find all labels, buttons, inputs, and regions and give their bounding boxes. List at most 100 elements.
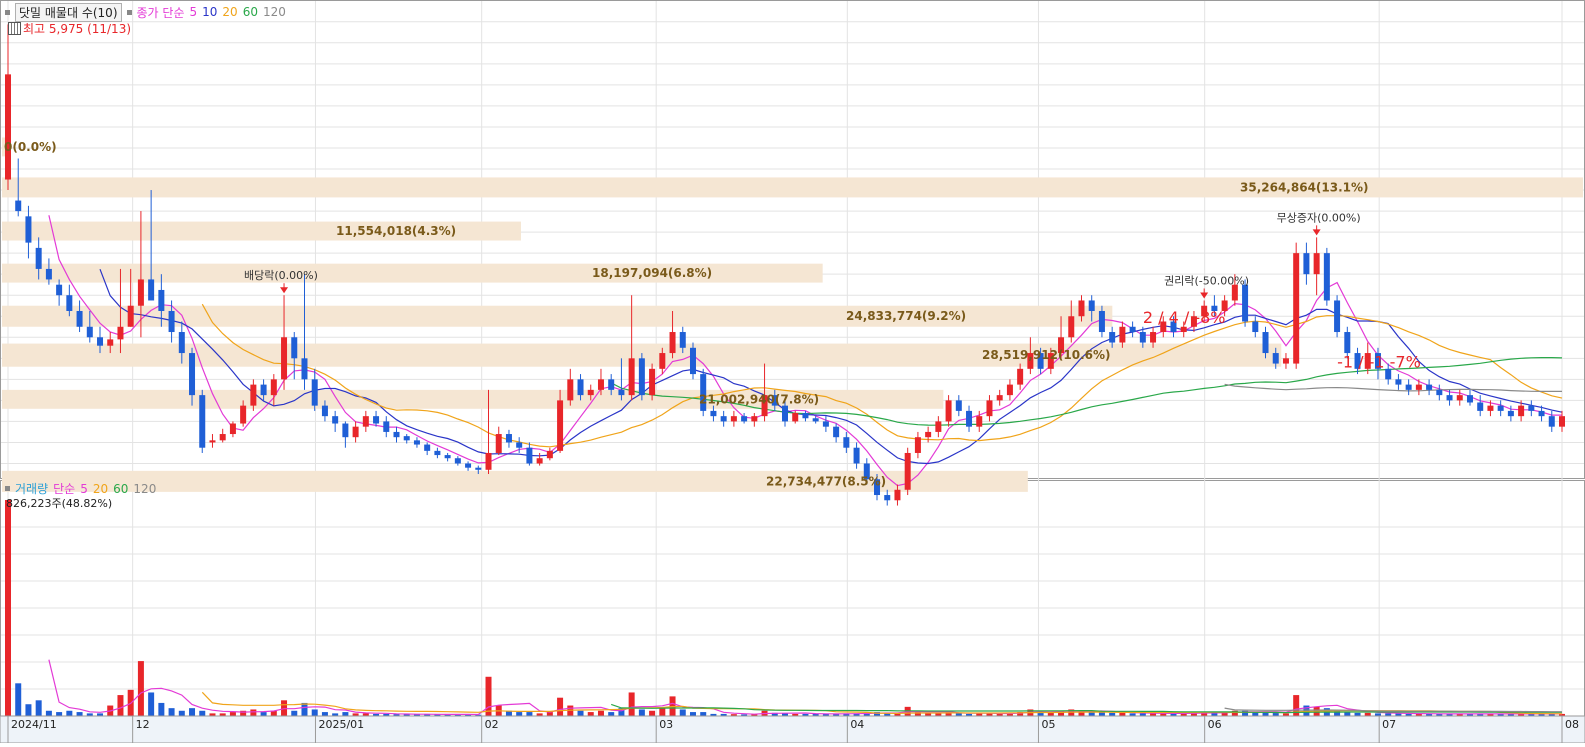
candle-body bbox=[1415, 384, 1422, 390]
chart-title[interactable]: 닷밀 매물대 수(10) bbox=[15, 2, 122, 22]
candle-body bbox=[1282, 358, 1289, 364]
candle-body bbox=[1006, 384, 1013, 396]
ma20-legend[interactable]: 20 bbox=[222, 5, 237, 19]
candle-body bbox=[628, 358, 635, 396]
candle-body bbox=[1109, 332, 1116, 343]
vol-ma120-legend[interactable]: 120 bbox=[133, 482, 156, 496]
candle-body bbox=[1242, 284, 1249, 322]
x-axis-tick-label: 2025/01 bbox=[318, 718, 364, 731]
candle-body bbox=[802, 413, 809, 419]
candle-body bbox=[1272, 353, 1279, 364]
candle-body bbox=[1518, 405, 1525, 417]
volume-bar bbox=[649, 710, 656, 716]
candle-body bbox=[373, 416, 380, 424]
candle-body bbox=[935, 421, 942, 432]
candle-body bbox=[454, 458, 461, 464]
candle-body bbox=[1344, 332, 1351, 354]
candle-body bbox=[945, 400, 952, 422]
legend-marker-icon bbox=[5, 486, 10, 491]
candle-body bbox=[914, 437, 921, 453]
candle-body bbox=[158, 289, 165, 311]
volume-bar bbox=[557, 697, 564, 716]
volume-bar bbox=[311, 709, 318, 716]
ma5-legend[interactable]: 5 bbox=[190, 5, 198, 19]
candle-body bbox=[5, 74, 11, 180]
ma120-legend[interactable]: 120 bbox=[263, 5, 286, 19]
candle-body bbox=[1436, 389, 1443, 396]
candle-body bbox=[495, 434, 502, 453]
candle-body bbox=[782, 405, 788, 422]
candle-body bbox=[955, 400, 962, 411]
grid-icon bbox=[8, 22, 21, 35]
candle-body bbox=[925, 431, 932, 438]
volume-bar bbox=[628, 692, 635, 716]
candle-body bbox=[1323, 253, 1330, 301]
vol-ma20-legend[interactable]: 20 bbox=[93, 482, 108, 496]
x-axis-tick-label: 2024/11 bbox=[11, 718, 57, 731]
volume-bar bbox=[577, 710, 584, 716]
volume-bar bbox=[117, 695, 124, 716]
candle-body bbox=[86, 326, 93, 338]
candle-body bbox=[996, 395, 1003, 401]
candle-body bbox=[649, 368, 656, 396]
vol-ma60-legend[interactable]: 60 bbox=[113, 482, 128, 496]
annotation-text: 2 / 4 / -8% bbox=[1143, 308, 1226, 327]
candle-body bbox=[536, 458, 543, 464]
volume-profile-label: 35,264,864(13.1%) bbox=[1240, 180, 1369, 194]
candle-body bbox=[475, 467, 482, 470]
candle-body bbox=[35, 247, 42, 269]
candlestick-chart[interactable]: 0(0.0%) 11,554,018(4.3%) 18,197,094(6.8%) 2… bbox=[0, 0, 1585, 744]
volume-bar bbox=[168, 708, 175, 716]
ma-legend-label[interactable]: 종가 단순 bbox=[137, 4, 185, 21]
candle-body bbox=[189, 353, 196, 396]
x-axis-tick-label: 02 bbox=[485, 718, 499, 731]
x-axis-strip bbox=[0, 715, 1585, 744]
volume-bar bbox=[189, 708, 196, 716]
high-price-label: 최고 5,975 (11/13) bbox=[23, 22, 132, 36]
volume-bar bbox=[301, 702, 308, 716]
candle-body bbox=[1395, 379, 1402, 385]
chart-window: 0(0.0%) 11,554,018(4.3%) 18,197,094(6.8%) 2… bbox=[0, 0, 1585, 744]
candle-body bbox=[56, 284, 63, 296]
candle-body bbox=[1293, 253, 1300, 364]
volume-bar bbox=[700, 712, 707, 716]
candle-body bbox=[546, 450, 553, 459]
x-axis-tick-label: 05 bbox=[1041, 718, 1055, 731]
ma60-legend[interactable]: 60 bbox=[243, 5, 258, 19]
candle-body bbox=[260, 384, 267, 396]
candle-body bbox=[526, 447, 533, 464]
x-axis-tick-label: 04 bbox=[850, 718, 864, 731]
candle-body bbox=[904, 452, 911, 490]
ma10-legend[interactable]: 10 bbox=[202, 5, 217, 19]
volume-profile-label: 28,519,912(10.6%) bbox=[982, 348, 1111, 362]
x-axis-tick-label: 07 bbox=[1382, 718, 1396, 731]
candle-body bbox=[608, 379, 615, 390]
candle-body bbox=[485, 452, 492, 470]
candle-body bbox=[792, 413, 799, 422]
candle-body bbox=[240, 405, 247, 424]
volume-bar bbox=[260, 712, 267, 716]
volume-bar bbox=[250, 709, 257, 716]
candle-body bbox=[966, 410, 973, 427]
candle-body bbox=[424, 444, 431, 451]
candle-body bbox=[45, 268, 52, 280]
candle-body bbox=[281, 337, 288, 380]
candle-body bbox=[884, 495, 891, 501]
candle-body bbox=[107, 339, 114, 346]
candle-body bbox=[1252, 321, 1259, 333]
volume-profile-label: 0(0.0%) bbox=[4, 140, 57, 154]
candle-body bbox=[25, 216, 32, 243]
candle-body bbox=[1119, 326, 1126, 343]
candle-body bbox=[1548, 416, 1555, 427]
candle-body bbox=[1180, 326, 1187, 333]
candle-body bbox=[1528, 405, 1535, 411]
vol-ma5-legend[interactable]: 5 bbox=[80, 482, 88, 496]
volume-bar bbox=[56, 712, 63, 716]
volume-bar bbox=[659, 708, 666, 716]
x-axis-tick-label: 12 bbox=[136, 718, 150, 731]
candle-body bbox=[270, 379, 277, 396]
candle-body bbox=[986, 400, 993, 417]
volume-bar bbox=[689, 712, 696, 716]
candle-body bbox=[97, 337, 104, 346]
volume-bar bbox=[178, 710, 185, 716]
